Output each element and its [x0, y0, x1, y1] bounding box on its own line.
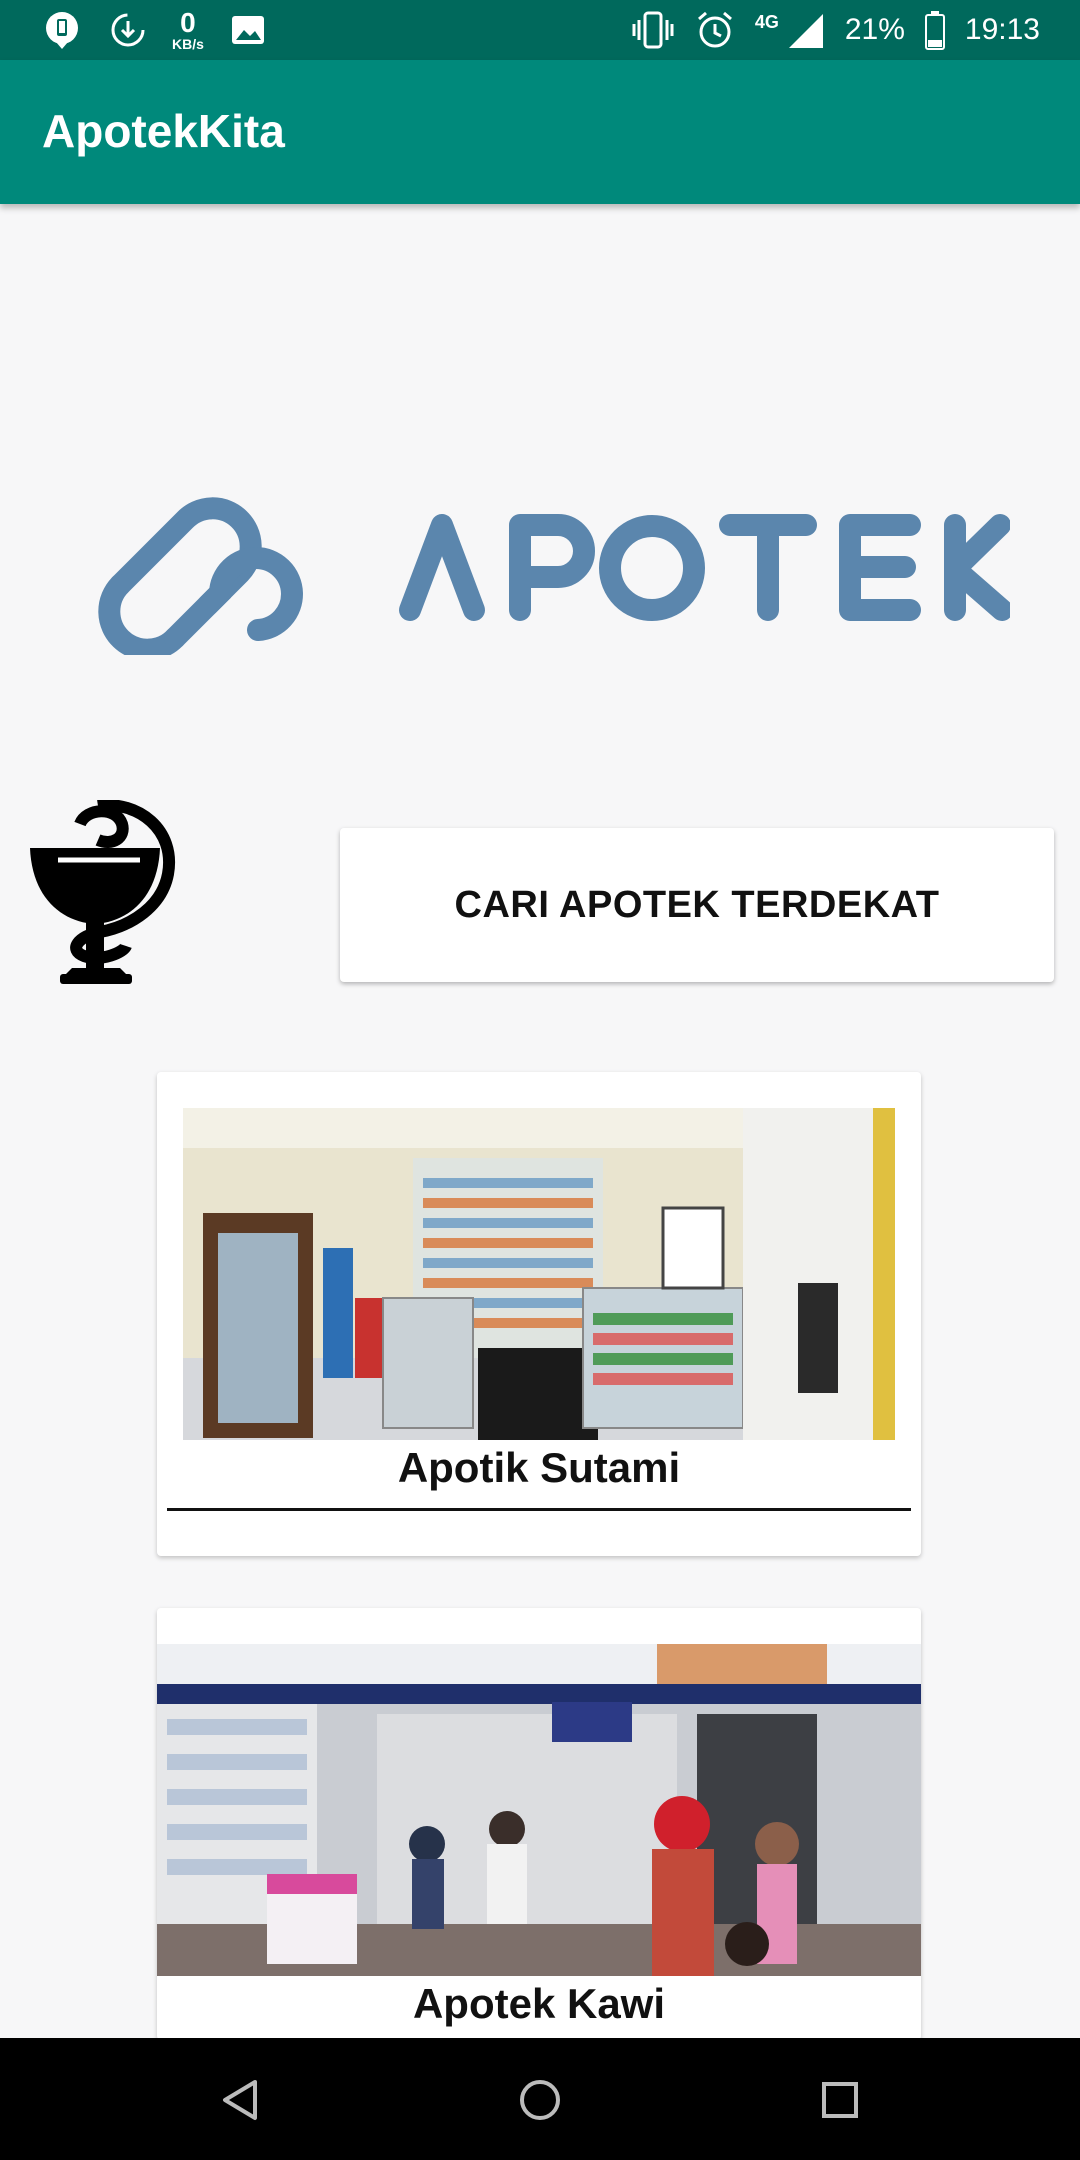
- image-icon: [226, 8, 270, 52]
- recents-icon[interactable]: [808, 2068, 872, 2132]
- app-bar: ApotekKita: [0, 60, 1080, 204]
- battery-percent: 21%: [844, 13, 905, 46]
- network-speed: 0 KB/s: [172, 7, 204, 52]
- pharmacy-photo-kawi: [157, 1644, 921, 1976]
- status-bar: 0 KB/s 4G 21% 19:13: [0, 0, 1080, 60]
- card-divider: [167, 1508, 911, 1511]
- vibrate-icon: [631, 8, 675, 52]
- signal-icon: [783, 8, 827, 52]
- pharmacy-card-sutami[interactable]: Apotik Sutami: [157, 1072, 921, 1556]
- speed-value: 0: [180, 7, 196, 38]
- pharmacy-name: Apotek Kawi: [412, 1980, 666, 2027]
- back-icon[interactable]: [207, 2068, 271, 2132]
- pharmacy-card-kawi[interactable]: Apotek Kawi: [157, 1608, 921, 2040]
- notification-icon: [40, 8, 84, 52]
- app-title: ApotekKita: [42, 105, 285, 157]
- battery-icon: [923, 8, 947, 52]
- pharmacy-name: Apotik Sutami: [397, 1444, 681, 1491]
- network-type: 4G: [754, 11, 779, 32]
- clock: 19:13: [964, 13, 1040, 46]
- apotek-logo: [80, 465, 1013, 661]
- speed-unit: KB/s: [172, 36, 204, 52]
- find-nearest-pharmacy-button[interactable]: CARI APOTEK TERDEKAT: [340, 828, 1054, 982]
- pharmacy-photo-sutami: [183, 1108, 895, 1440]
- pharmacy-bowl-icon: [28, 799, 178, 985]
- alarm-icon: [693, 8, 737, 52]
- download-icon: [106, 8, 150, 52]
- home-icon[interactable]: [508, 2068, 572, 2132]
- navigation-bar: [0, 2038, 1080, 2160]
